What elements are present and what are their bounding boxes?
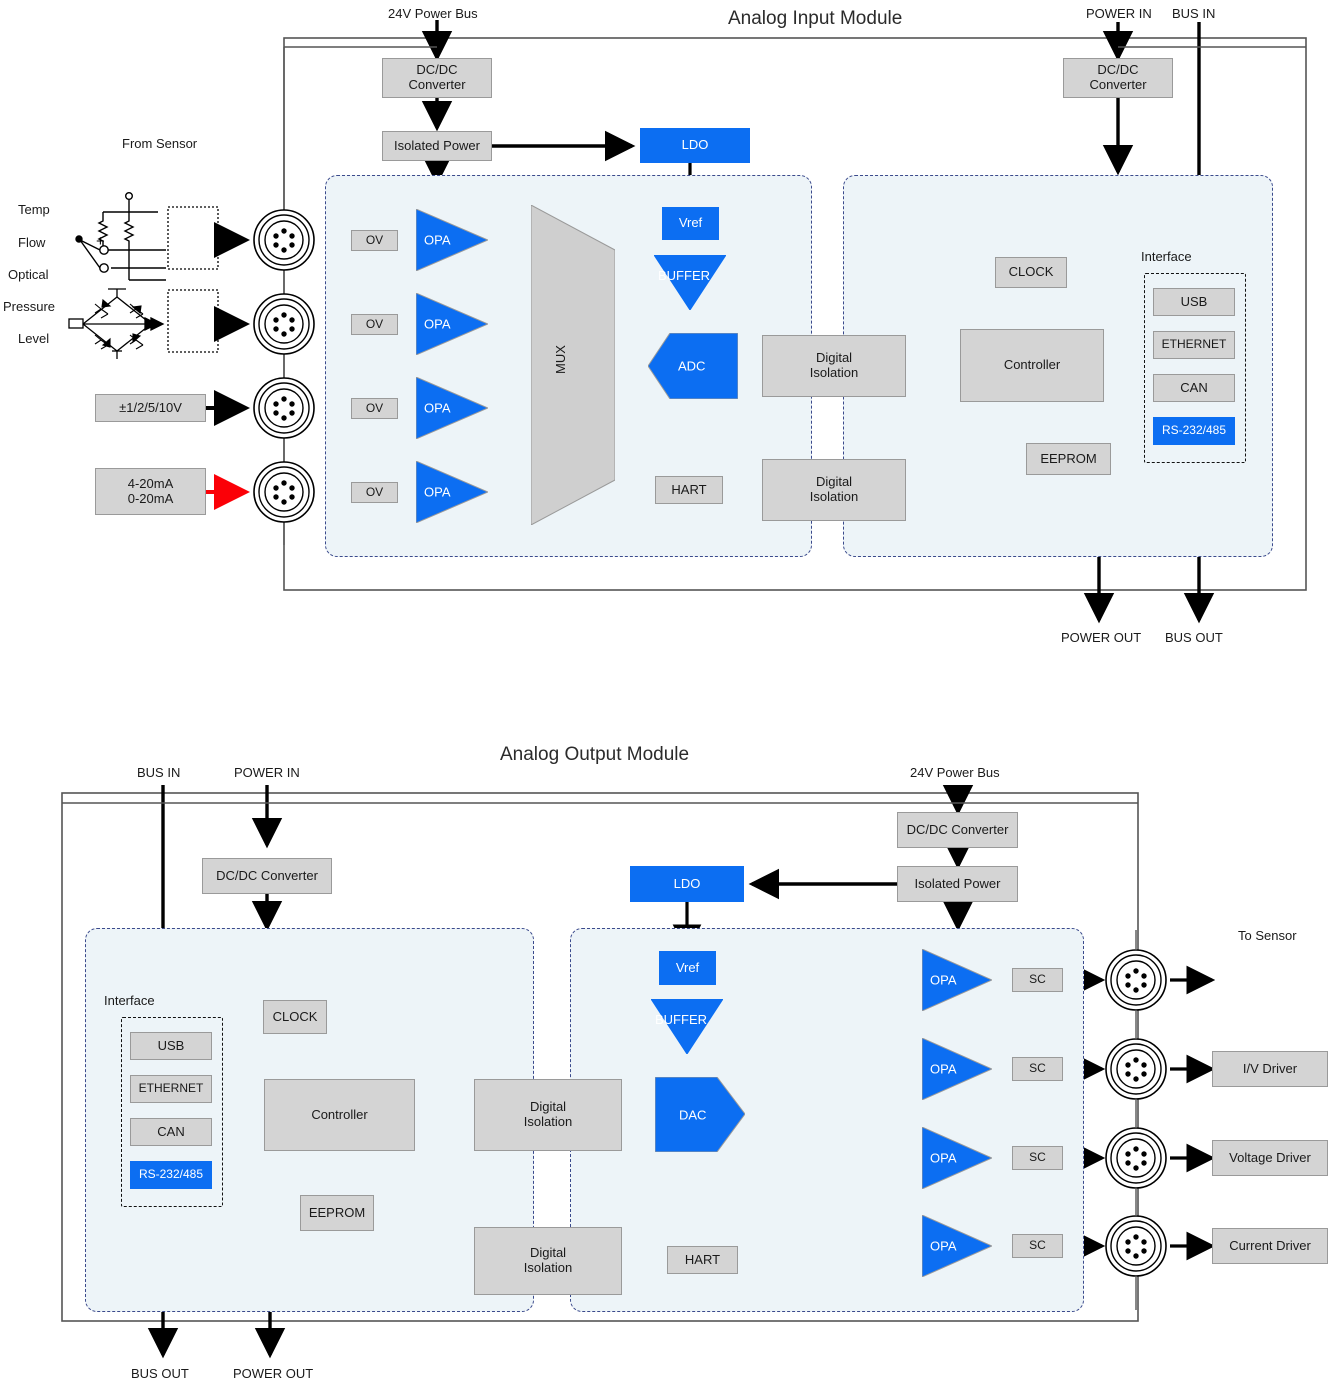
input-power-out-label: POWER OUT xyxy=(1061,630,1142,645)
input-ov-3: OV xyxy=(351,398,398,419)
output-dcdc-converter-left: DC/DC Converter xyxy=(202,858,332,894)
output-sc-3: SC xyxy=(1012,1146,1063,1170)
input-mux xyxy=(530,204,616,526)
output-sc-1: SC xyxy=(1012,968,1063,992)
connector-symbol xyxy=(253,293,315,355)
sensor-type-pressure: Pressure xyxy=(3,299,56,314)
output-power-bus-label: 24V Power Bus xyxy=(910,765,1000,780)
input-dcdc-converter-left: DC/DC Converter xyxy=(382,58,492,98)
output-dac: DAC xyxy=(654,1076,746,1153)
output-controller: Controller xyxy=(264,1079,415,1151)
connector-symbol xyxy=(1105,1038,1167,1100)
input-eeprom: EEPROM xyxy=(1026,443,1111,475)
connector-symbol xyxy=(1105,1127,1167,1189)
output-clock: CLOCK xyxy=(263,1000,327,1034)
svg-text:+: + xyxy=(96,233,105,250)
output-driver-iv: I/V Driver xyxy=(1212,1051,1328,1087)
connector-symbol xyxy=(1105,1215,1167,1277)
output-opa-1: OPA xyxy=(921,948,994,1012)
output-interface-can[interactable]: CAN xyxy=(130,1118,212,1146)
output-vref: Vref xyxy=(659,951,716,985)
output-sc-4: SC xyxy=(1012,1234,1063,1258)
connector-symbol xyxy=(253,377,315,439)
output-interface-ethernet[interactable]: ETHERNET xyxy=(130,1075,212,1103)
input-adc: ADC xyxy=(647,332,739,400)
output-isolated-power: Isolated Power xyxy=(897,866,1018,902)
voltage-range-box: ±1/2/5/10V xyxy=(95,394,206,422)
input-interface-usb[interactable]: USB xyxy=(1153,288,1235,316)
sensor-type-temp: Temp xyxy=(18,202,50,217)
output-buffer: BUFFER xyxy=(650,998,724,1055)
input-interface-can[interactable]: CAN xyxy=(1153,374,1235,402)
input-ldo: LDO xyxy=(640,128,750,163)
input-bus-in-label: BUS IN xyxy=(1172,6,1216,21)
input-bus-out-label: BUS OUT xyxy=(1165,630,1223,645)
input-opa-2: OPA xyxy=(415,292,490,356)
output-power-out-label: POWER OUT xyxy=(233,1366,314,1381)
input-digital-isolation-upper: Digital Isolation xyxy=(762,335,906,397)
input-digital-isolation-lower: Digital Isolation xyxy=(762,459,906,521)
input-power-in-label: POWER IN xyxy=(1086,6,1152,21)
input-vref: Vref xyxy=(662,207,719,240)
output-ldo: LDO xyxy=(630,866,744,902)
output-interface-label: Interface xyxy=(104,993,155,1008)
output-power-in-label: POWER IN xyxy=(234,765,300,780)
input-opa-1: OPA xyxy=(415,208,490,272)
input-module-title: Analog Input Module xyxy=(728,8,903,29)
input-opa-3: OPA xyxy=(415,376,490,440)
input-opa-4: OPA xyxy=(415,460,490,524)
connector-symbol xyxy=(1105,949,1167,1011)
output-opa-4: OPA xyxy=(921,1214,994,1278)
output-digital-isolation-upper: Digital Isolation xyxy=(474,1079,622,1151)
current-range-box: 4-20mA 0-20mA xyxy=(95,468,206,515)
input-ov-4: OV xyxy=(351,482,398,503)
output-dcdc-converter-right: DC/DC Converter xyxy=(897,812,1018,848)
output-bus-in-label: BUS IN xyxy=(137,765,181,780)
input-ov-1: OV xyxy=(351,230,398,251)
output-sc-2: SC xyxy=(1012,1057,1063,1081)
input-hart: HART xyxy=(655,476,723,504)
output-driver-voltage: Voltage Driver xyxy=(1212,1140,1328,1176)
output-hart: HART xyxy=(667,1246,738,1274)
output-module-title: Analog Output Module xyxy=(500,744,690,765)
connector-symbol xyxy=(253,461,315,523)
input-isolated-power: Isolated Power xyxy=(382,131,492,161)
output-opa-3: OPA xyxy=(921,1126,994,1190)
output-analog-isolated-region xyxy=(570,928,1084,1312)
sensor-type-flow: Flow xyxy=(18,235,46,250)
sensor-type-level: Level xyxy=(18,331,50,346)
diagram-canvas: + Analog Input Module 24V Power Bus POWE… xyxy=(0,0,1330,1393)
input-buffer: BUFFER xyxy=(653,254,727,311)
to-sensor-label: To Sensor xyxy=(1238,928,1297,943)
output-digital-isolation-lower: Digital Isolation xyxy=(474,1227,622,1295)
connector-symbol xyxy=(253,209,315,271)
input-mux-label: MUX xyxy=(552,345,568,374)
input-controller: Controller xyxy=(960,329,1104,402)
input-interface-ethernet[interactable]: ETHERNET xyxy=(1153,331,1235,359)
from-sensor-label: From Sensor xyxy=(122,136,198,151)
sensor-type-optical: Optical xyxy=(8,267,49,282)
current-range-line2: 0-20mA xyxy=(127,490,174,506)
input-interface-rs232-485[interactable]: RS-232/485 xyxy=(1153,417,1235,445)
input-clock: CLOCK xyxy=(995,257,1067,288)
output-opa-2: OPA xyxy=(921,1037,994,1101)
output-bus-out-label: BUS OUT xyxy=(131,1366,189,1381)
current-range-line1: 4-20mA xyxy=(127,475,174,491)
output-interface-usb[interactable]: USB xyxy=(130,1032,212,1060)
output-eeprom: EEPROM xyxy=(300,1195,374,1231)
output-interface-rs232-485[interactable]: RS-232/485 xyxy=(130,1161,212,1189)
input-ov-2: OV xyxy=(351,314,398,335)
output-driver-current: Current Driver xyxy=(1212,1228,1328,1264)
input-interface-label: Interface xyxy=(1141,249,1192,264)
input-dcdc-converter-right: DC/DC Converter xyxy=(1063,58,1173,98)
input-power-bus-label: 24V Power Bus xyxy=(388,6,478,21)
